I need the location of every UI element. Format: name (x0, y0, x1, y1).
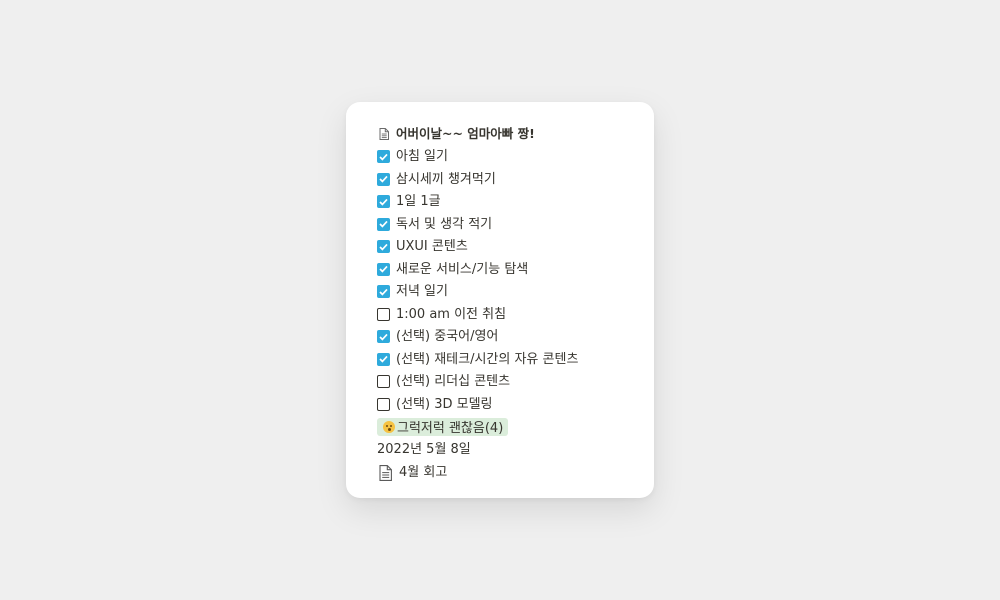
status-tag[interactable]: 그럭저럭 괜찮음(4) (377, 417, 509, 437)
date-row: 2022년 5월 8일 (377, 438, 654, 461)
checklist-item[interactable]: (선택) 재테크/시간의 자유 콘텐츠 (377, 348, 654, 371)
checkbox-checked[interactable] (377, 195, 390, 209)
linked-page-title[interactable]: 4월 회고 (399, 466, 447, 479)
date-text: 2022년 5월 8일 (377, 441, 471, 457)
checklist-item-label: (선택) 중국어/영어 (396, 329, 499, 345)
notion-gallery-card[interactable]: 어버이날~~ 엄마아빠 짱! 아침 일기 삼시세끼 챙겨먹기 1일 1글 독서 … (346, 102, 654, 498)
face-emoji-icon (383, 420, 395, 433)
checkbox-checked[interactable] (377, 352, 390, 366)
checklist-item[interactable]: (선택) 리더십 콘텐츠 (377, 371, 654, 394)
checkbox-unchecked[interactable] (377, 307, 390, 321)
linked-page-row[interactable]: 4월 회고 (377, 462, 654, 485)
checklist-item-label: UXUI 콘텐츠 (396, 239, 468, 255)
checklist-item-label: 삼시세끼 챙겨먹기 (396, 171, 496, 187)
checkbox-checked[interactable] (377, 285, 390, 299)
card-title: 어버이날~~ 엄마아빠 짱! (396, 126, 535, 141)
checklist: 아침 일기 삼시세끼 챙겨먹기 1일 1글 독서 및 생각 적기 UXUI 콘텐… (377, 146, 654, 416)
status-row: 그럭저럭 괜찮음(4) (377, 416, 654, 439)
status-tag-label: 그럭저럭 괜찮음(4) (397, 421, 504, 437)
checkbox-checked[interactable] (377, 262, 390, 276)
checklist-item-label: 새로운 서비스/기능 탐색 (396, 261, 529, 277)
checklist-item-label: 독서 및 생각 적기 (396, 216, 493, 232)
checklist-item-label: 1:00 am 이전 취침 (396, 306, 507, 322)
page-icon (377, 464, 393, 481)
checklist-item[interactable]: 저녁 일기 (377, 281, 654, 304)
checkbox-checked[interactable] (377, 150, 390, 164)
checklist-item-label: 1일 1글 (396, 194, 441, 210)
checklist-item-label: 아침 일기 (396, 149, 448, 165)
page-icon (377, 127, 390, 141)
checklist-item[interactable]: 새로운 서비스/기능 탐색 (377, 258, 654, 281)
card-title-row[interactable]: 어버이날~~ 엄마아빠 짱! (377, 123, 654, 146)
checkbox-unchecked[interactable] (377, 375, 390, 389)
checklist-item[interactable]: 아침 일기 (377, 146, 654, 169)
checklist-item[interactable]: 1:00 am 이전 취침 (377, 303, 654, 326)
checklist-item[interactable]: UXUI 콘텐츠 (377, 236, 654, 259)
checklist-item[interactable]: (선택) 중국어/영어 (377, 326, 654, 349)
checklist-item[interactable]: 1일 1글 (377, 191, 654, 214)
checkbox-checked[interactable] (377, 217, 390, 231)
checklist-item-label: (선택) 리더십 콘텐츠 (396, 374, 511, 390)
checkbox-checked[interactable] (377, 240, 390, 254)
checklist-item-label: (선택) 재테크/시간의 자유 콘텐츠 (396, 351, 579, 367)
checklist-item[interactable]: 독서 및 생각 적기 (377, 213, 654, 236)
checkbox-checked[interactable] (377, 172, 390, 186)
checklist-item[interactable]: (선택) 3D 모델링 (377, 393, 654, 416)
checkbox-unchecked[interactable] (377, 397, 390, 411)
checkbox-checked[interactable] (377, 330, 390, 344)
checklist-item-label: (선택) 3D 모델링 (396, 396, 493, 412)
checklist-item-label: 저녁 일기 (396, 284, 448, 300)
checklist-item[interactable]: 삼시세끼 챙겨먹기 (377, 168, 654, 191)
